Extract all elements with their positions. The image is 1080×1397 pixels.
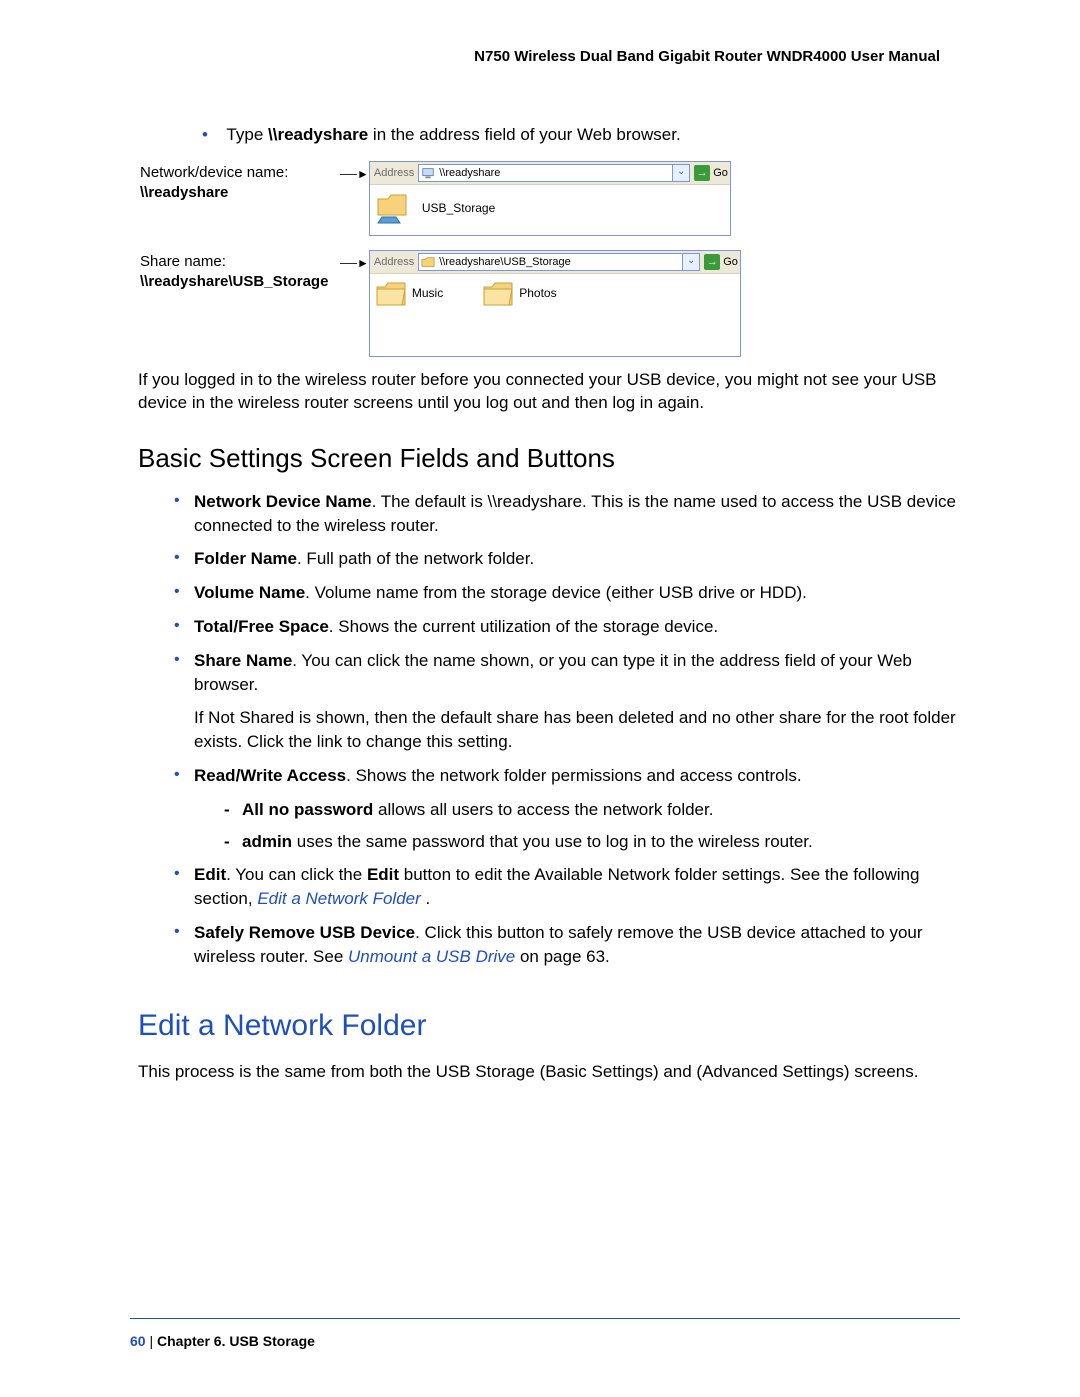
term: Edit (194, 865, 226, 884)
address-input[interactable]: \\readyshare\USB_Storage (418, 253, 683, 271)
desc: . Shows the network folder permissions a… (346, 766, 801, 785)
term: Volume Name (194, 583, 305, 602)
fig1-label1: Network/device name: (140, 164, 288, 181)
address-label: Address (372, 167, 418, 179)
list-item: Network Device Name. The default is \\re… (174, 490, 960, 538)
term: Share Name (194, 651, 292, 670)
desc: allows all users to access the network f… (373, 800, 713, 819)
dash-item: All no password allows all users to acce… (224, 798, 960, 822)
figure-readyshare: Network/device name: \\readyshare ──► Ad… (140, 161, 960, 236)
list-item: Read/Write Access. Shows the network fol… (174, 764, 960, 853)
intro-line: • Type \\readyshare in the address field… (202, 125, 960, 145)
arrow-icon: ──► (340, 161, 369, 236)
term: admin (242, 832, 292, 851)
page-footer: 60 | Chapter 6. USB Storage (130, 1318, 960, 1349)
desc: uses the same password that you use to l… (292, 832, 813, 851)
dropdown-button[interactable]: ⌄ (682, 253, 700, 271)
list-item: Edit. You can click the Edit button to e… (174, 863, 960, 911)
intro-prefix: Type (226, 125, 268, 144)
footer-sep: | (146, 1333, 157, 1349)
section2-title: Edit a Network Folder (138, 1009, 960, 1043)
intro-cmd: \\readyshare (268, 125, 368, 144)
dash-item: admin uses the same password that you us… (224, 830, 960, 854)
desc: . Volume name from the storage device (e… (305, 583, 807, 602)
desc: . Full path of the network folder. (297, 549, 534, 568)
cross-ref-link[interactable]: Edit a Network Folder (257, 889, 425, 908)
folder-label: Photos (519, 286, 556, 300)
term: Total/Free Space (194, 617, 329, 636)
fig1-label2: \\readyshare (140, 184, 228, 201)
term: Network Device Name (194, 492, 372, 511)
folder-icon (376, 280, 406, 306)
folder-item[interactable]: Music (376, 280, 443, 306)
section2-para: This process is the same from both the U… (138, 1061, 960, 1084)
network-icon (421, 166, 435, 180)
address-value: \\readyshare (435, 167, 500, 179)
network-folder-icon (376, 191, 416, 225)
go-icon[interactable]: → (704, 254, 720, 270)
folder-icon (483, 280, 513, 306)
list-item: Total/Free Space. Shows the current util… (174, 615, 960, 639)
section1-title: Basic Settings Screen Fields and Buttons (138, 443, 960, 474)
list-item: Safely Remove USB Device. Click this but… (174, 921, 960, 969)
page-header: N750 Wireless Dual Band Gigabit Router W… (130, 48, 960, 65)
address-input[interactable]: \\readyshare (418, 164, 673, 182)
share-item-label: USB_Storage (422, 201, 495, 215)
address-value: \\readyshare\USB_Storage (435, 256, 570, 268)
figure-usb-storage: Share name: \\readyshare\USB_Storage ──►… (140, 250, 960, 357)
intro-suffix: in the address field of your Web browser… (368, 125, 680, 144)
dropdown-button[interactable]: ⌄ (672, 164, 690, 182)
go-icon[interactable]: → (694, 165, 710, 181)
term: Read/Write Access (194, 766, 346, 785)
term: All no password (242, 800, 373, 819)
desc: . Shows the current utilization of the s… (329, 617, 718, 636)
folder-label: Music (412, 286, 443, 300)
list-item: Share Name. You can click the name shown… (174, 649, 960, 754)
inline-bold: Edit (367, 865, 399, 884)
folder-icon (421, 255, 435, 269)
list-item: Folder Name. Full path of the network fo… (174, 547, 960, 571)
page-number: 60 (130, 1333, 146, 1349)
share-item[interactable]: USB_Storage (376, 191, 495, 225)
folder-item[interactable]: Photos (483, 280, 556, 306)
fig2-label2: \\readyshare\USB_Storage (140, 273, 328, 290)
list-item: Volume Name. Volume name from the storag… (174, 581, 960, 605)
desc: on page 63. (515, 947, 610, 966)
post-figure-para: If you logged in to the wireless router … (138, 369, 960, 415)
bullet-list: Network Device Name. The default is \\re… (174, 490, 960, 969)
desc: . You can click the name shown, or you c… (194, 651, 912, 694)
go-label: Go (713, 167, 728, 179)
arrow-icon: ──► (340, 250, 369, 357)
term: Safely Remove USB Device (194, 923, 415, 942)
go-label: Go (723, 256, 738, 268)
desc: . You can click the (226, 865, 367, 884)
cross-ref-link[interactable]: Unmount a USB Drive (348, 947, 515, 966)
fig2-label1: Share name: (140, 253, 226, 270)
chapter-label: Chapter 6. USB Storage (157, 1333, 315, 1349)
term: Folder Name (194, 549, 297, 568)
address-label: Address (372, 256, 418, 268)
sub-paragraph: If Not Shared is shown, then the default… (194, 706, 960, 754)
desc: . (426, 889, 431, 908)
